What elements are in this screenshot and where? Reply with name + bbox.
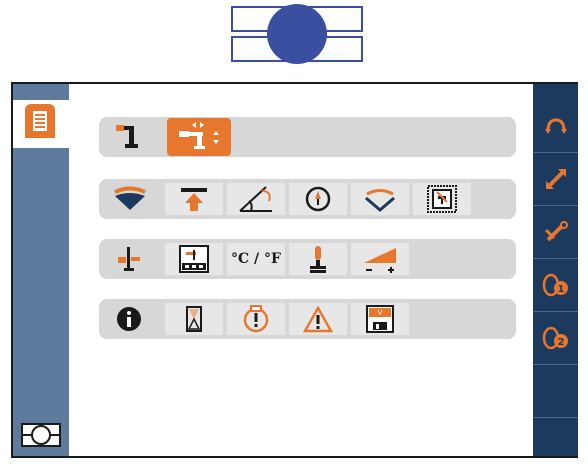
winch-1-icon[interactable]: 1 — [533, 259, 578, 312]
sensitivity-icon[interactable] — [351, 243, 409, 275]
empty-slot-2[interactable] — [533, 418, 578, 456]
rotation-icon[interactable] — [533, 100, 578, 153]
winch-2-badge: 2 — [557, 337, 564, 348]
top-limit-icon[interactable] — [165, 183, 223, 215]
joystick-icon[interactable] — [289, 243, 347, 275]
rotate-tilt-icon[interactable] — [351, 183, 409, 215]
info-row: V — [99, 299, 516, 339]
crane-arm-icon[interactable] — [109, 117, 145, 157]
save-version-icon[interactable]: V — [351, 303, 409, 335]
winch-2-icon[interactable]: 2 — [533, 312, 578, 365]
crane-arm-adjust-icon[interactable] — [167, 118, 231, 156]
right-sidebar: 1 2 — [533, 84, 578, 456]
company-logo-icon — [230, 3, 364, 65]
calibration-icon[interactable] — [111, 239, 147, 279]
left-sidebar — [13, 84, 69, 456]
main-panel: °C / °F V 1 2 — [11, 82, 578, 458]
extension-icon[interactable] — [533, 153, 578, 206]
display-frame-icon[interactable] — [413, 183, 471, 215]
svg-text:V: V — [378, 309, 383, 317]
display-settings-icon[interactable] — [165, 243, 223, 275]
document-list-icon[interactable] — [25, 104, 55, 138]
settings-row: °C / °F — [99, 239, 516, 279]
extension-settings-icon[interactable] — [533, 206, 578, 259]
unit-toggle[interactable]: °C / °F — [227, 243, 285, 275]
service-alert-icon[interactable] — [227, 303, 285, 335]
hourglass-icon[interactable] — [165, 303, 223, 335]
unit-toggle-label: °C / °F — [231, 251, 281, 267]
tilt-indicator-icon[interactable] — [109, 179, 151, 219]
screen-layout-icon[interactable] — [21, 422, 61, 448]
geometry-row — [99, 179, 516, 219]
angle-measure-icon[interactable] — [227, 183, 285, 215]
tool-row — [99, 117, 516, 157]
winch-1-badge: 1 — [557, 284, 564, 295]
empty-slot-1[interactable] — [533, 365, 578, 418]
warning-icon[interactable] — [289, 303, 347, 335]
compass-icon[interactable] — [289, 183, 347, 215]
info-icon[interactable] — [111, 299, 147, 339]
